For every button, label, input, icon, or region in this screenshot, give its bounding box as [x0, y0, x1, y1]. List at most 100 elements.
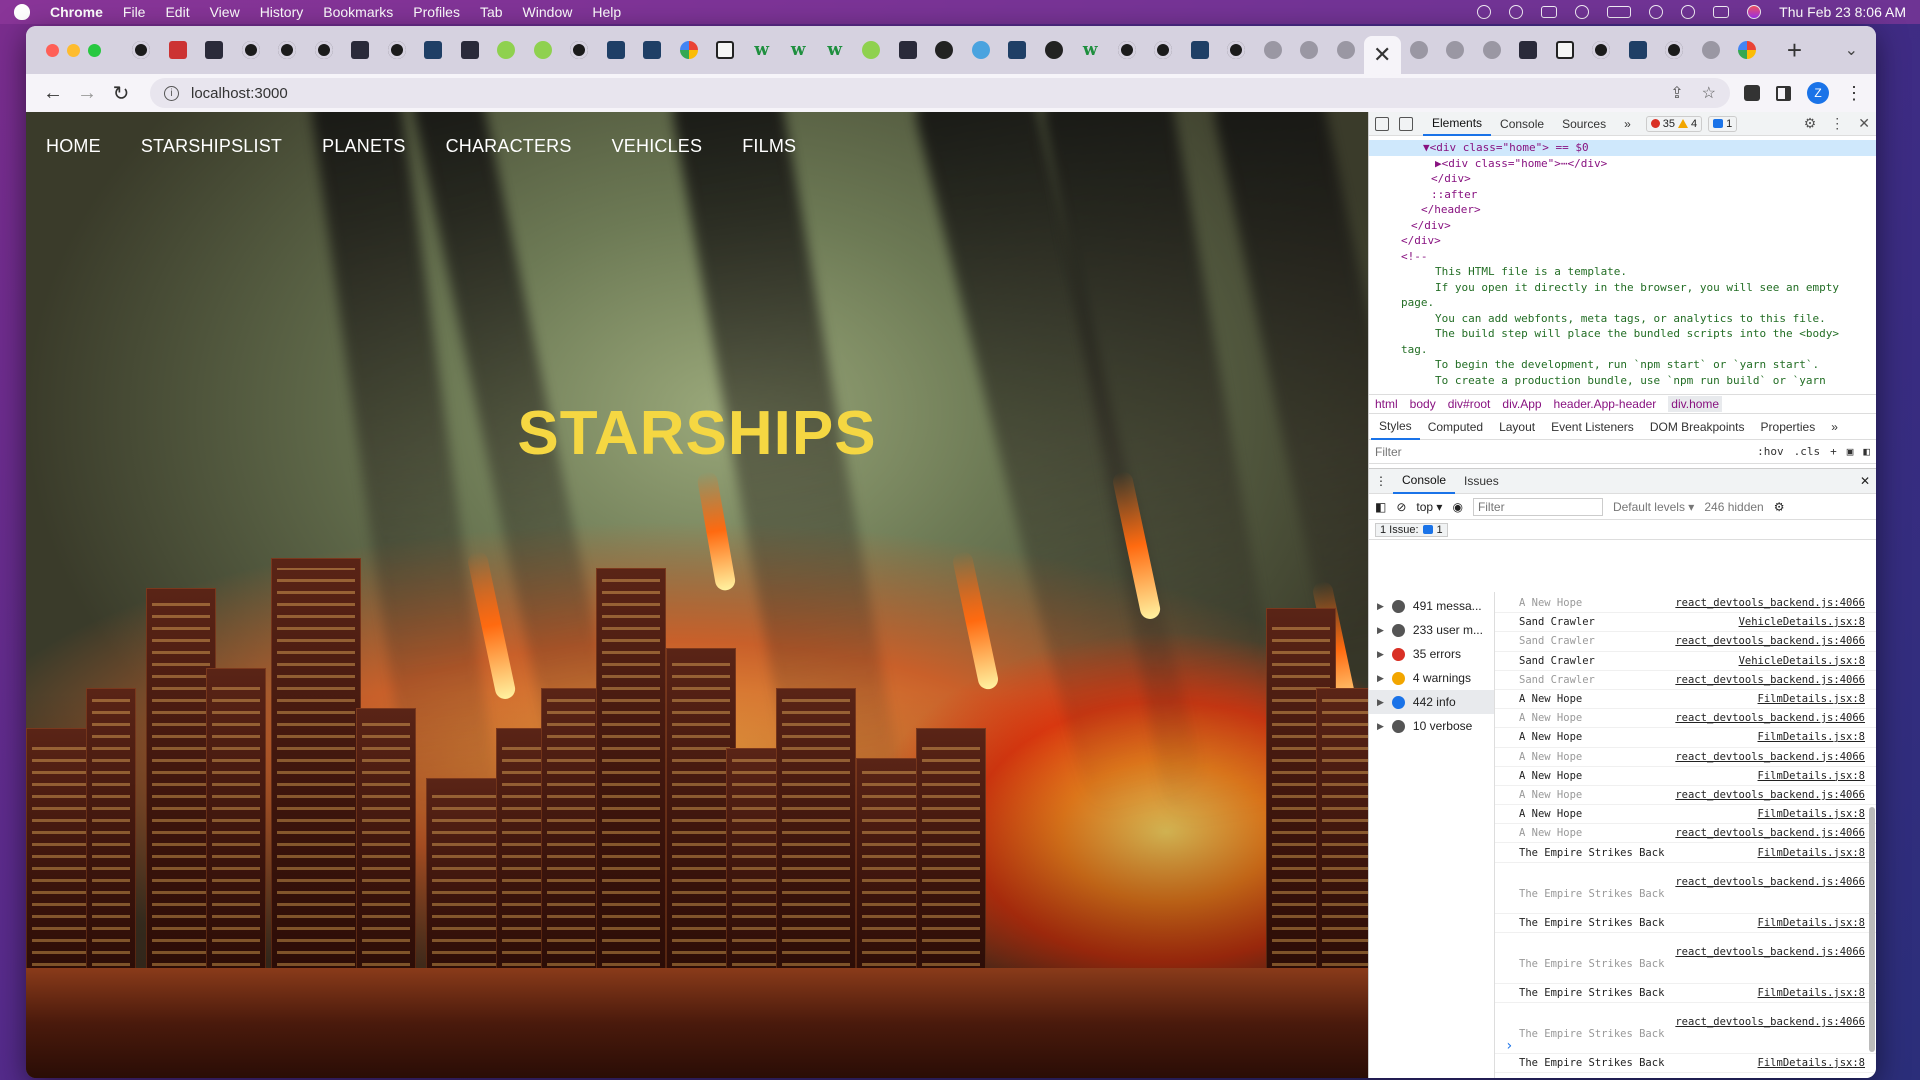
console-message[interactable]: A New Hope react_devtools_backend.js:4066: [1495, 748, 1876, 767]
console-message[interactable]: react_devtools_backend.js:4066The Empire…: [1495, 1073, 1876, 1078]
siri-icon[interactable]: [1747, 5, 1762, 19]
extensions-puzzle-icon[interactable]: [1744, 85, 1760, 101]
devtools-menu-icon[interactable]: ⋮: [1830, 115, 1844, 132]
tab-styles[interactable]: Styles: [1371, 414, 1420, 440]
close-tab-icon[interactable]: ✕: [1373, 42, 1391, 68]
tab-properties[interactable]: Properties: [1753, 414, 1824, 440]
rendering-icon[interactable]: ▣: [1847, 445, 1854, 458]
menu-window[interactable]: Window: [523, 4, 573, 20]
tab-event-listeners[interactable]: Event Listeners: [1543, 414, 1642, 440]
console-source-link[interactable]: FilmDetails.jsx:8: [1758, 1057, 1865, 1069]
dom-node-line[interactable]: To begin the development, run `npm start…: [1369, 357, 1876, 373]
console-filter-list[interactable]: ▶ 491 messa...: [1369, 594, 1494, 618]
cls-toggle[interactable]: .cls: [1794, 445, 1821, 458]
breadcrumb-home[interactable]: div.home: [1668, 396, 1723, 412]
console-source-link[interactable]: FilmDetails.jsx:8: [1758, 770, 1865, 782]
control-center-icon[interactable]: [1713, 6, 1730, 18]
menu-profiles[interactable]: Profiles: [413, 4, 460, 20]
console-message[interactable]: react_devtools_backend.js:4066The Empire…: [1495, 863, 1876, 914]
side-panel-icon[interactable]: [1776, 85, 1791, 101]
console-source-link[interactable]: react_devtools_backend.js:4066: [1675, 597, 1865, 609]
console-message[interactable]: A New Hope FilmDetails.jsx:8: [1495, 805, 1876, 825]
issues-link[interactable]: 1 Issue: 1: [1375, 522, 1448, 537]
tab-github[interactable]: [379, 33, 416, 67]
apple-menu-icon[interactable]: [14, 4, 30, 20]
tab-app[interactable]: [415, 33, 452, 67]
computed-sidebar-icon[interactable]: ◧: [1863, 445, 1870, 458]
nav-starshipslist-link[interactable]: STARSHIPSLIST: [141, 136, 282, 157]
tab-amazon[interactable]: [707, 33, 744, 67]
console-message[interactable]: A New Hope react_devtools_backend.js:4066: [1495, 709, 1876, 729]
console-filter-user[interactable]: ▶ 233 user m...: [1369, 618, 1494, 642]
tab-generic[interactable]: [1255, 33, 1292, 67]
tab-generic[interactable]: [1291, 33, 1328, 67]
console-source-link[interactable]: VehicleDetails.jsx:8: [1739, 655, 1865, 667]
console-filter-info[interactable]: ▶ 442 info: [1369, 690, 1494, 714]
console-source-link[interactable]: react_devtools_backend.js:4066: [1675, 876, 1865, 888]
site-info-icon[interactable]: i: [164, 85, 179, 101]
live-expression-eye-icon[interactable]: ◉: [1452, 500, 1462, 514]
tab-app[interactable]: [634, 33, 671, 67]
tab-app[interactable]: [890, 33, 927, 67]
more-tabs-icon[interactable]: »: [1615, 112, 1640, 136]
console-source-link[interactable]: react_devtools_backend.js:4066: [1675, 751, 1865, 763]
tab-app[interactable]: [342, 33, 379, 67]
console-source-link[interactable]: FilmDetails.jsx:8: [1758, 693, 1865, 705]
new-tab-button[interactable]: +: [1780, 35, 1810, 66]
status-app-icon[interactable]: [1509, 5, 1524, 19]
tab-w[interactable]: w: [780, 33, 817, 67]
tab-github[interactable]: [1656, 33, 1693, 67]
tab-console[interactable]: Console: [1491, 112, 1553, 136]
dom-node-line[interactable]: page.: [1369, 295, 1876, 311]
tab-amazon[interactable]: [1547, 33, 1584, 67]
dom-node-line[interactable]: </div>: [1369, 171, 1876, 187]
user-status-icon[interactable]: [1575, 5, 1590, 19]
tab-search-chevron-icon[interactable]: ⌄: [1845, 40, 1858, 60]
wifi-icon[interactable]: [1649, 5, 1664, 19]
drawer-menu-icon[interactable]: ⋮: [1375, 474, 1387, 488]
tab-app[interactable]: [525, 33, 562, 67]
tab-active-localhost[interactable]: ✕: [1364, 36, 1401, 74]
minimize-window-button[interactable]: [67, 43, 80, 57]
maximize-window-button[interactable]: [88, 43, 101, 57]
tab-generic[interactable]: [1328, 33, 1365, 67]
close-devtools-icon[interactable]: ✕: [1858, 115, 1870, 132]
dom-node-line[interactable]: You can add webfonts, meta tags, or anal…: [1369, 311, 1876, 327]
menu-app-name[interactable]: Chrome: [50, 4, 103, 20]
inspect-element-icon[interactable]: [1375, 116, 1389, 131]
tab-generic[interactable]: [1474, 33, 1511, 67]
console-message[interactable]: A New Hope react_devtools_backend.js:4066: [1495, 786, 1876, 806]
close-drawer-icon[interactable]: ✕: [1860, 474, 1870, 488]
reload-button[interactable]: ↻: [106, 78, 136, 108]
bookmark-star-icon[interactable]: ☆: [1702, 83, 1716, 103]
tab-app[interactable]: [853, 33, 890, 67]
tab-github[interactable]: [1109, 33, 1146, 67]
expand-caret-icon[interactable]: ▶: [1377, 649, 1384, 660]
styles-filter-input[interactable]: [1375, 444, 1705, 459]
breadcrumb-html[interactable]: html: [1375, 397, 1398, 411]
console-source-link[interactable]: react_devtools_backend.js:4066: [1675, 789, 1865, 801]
dom-node-line[interactable]: If you open it directly in the browser, …: [1369, 280, 1876, 296]
more-panes-icon[interactable]: »: [1823, 414, 1846, 440]
console-scrollbar[interactable]: [1869, 807, 1875, 1052]
console-message[interactable]: react_devtools_backend.js:4066The Empire…: [1495, 1003, 1876, 1054]
tab-app[interactable]: [160, 33, 197, 67]
dom-node-line[interactable]: ::after: [1369, 187, 1876, 203]
expand-caret-icon[interactable]: ▶: [1377, 601, 1384, 612]
tab-w[interactable]: w: [817, 33, 854, 67]
close-window-button[interactable]: [46, 43, 59, 57]
tab-github[interactable]: [123, 33, 160, 67]
tab-github[interactable]: [269, 33, 306, 67]
settings-gear-icon[interactable]: ⚙: [1804, 115, 1817, 132]
console-sidebar-toggle-icon[interactable]: ◧: [1375, 500, 1386, 514]
drawer-tab-issues[interactable]: Issues: [1455, 468, 1508, 494]
elements-tree[interactable]: ▼<div class="home"> == $0 ▶<div class="ho…: [1369, 136, 1876, 394]
expand-caret-icon[interactable]: ▶: [1377, 697, 1384, 708]
clear-console-icon[interactable]: ⊘: [1396, 500, 1406, 514]
dom-node-line[interactable]: To create a production bundle, use `npm …: [1369, 373, 1876, 389]
share-icon[interactable]: ⇪: [1670, 83, 1683, 103]
tab-app[interactable]: [598, 33, 635, 67]
console-source-link[interactable]: VehicleDetails.jsx:8: [1739, 616, 1865, 628]
tab-github[interactable]: [1218, 33, 1255, 67]
tab-w[interactable]: w: [1072, 33, 1109, 67]
